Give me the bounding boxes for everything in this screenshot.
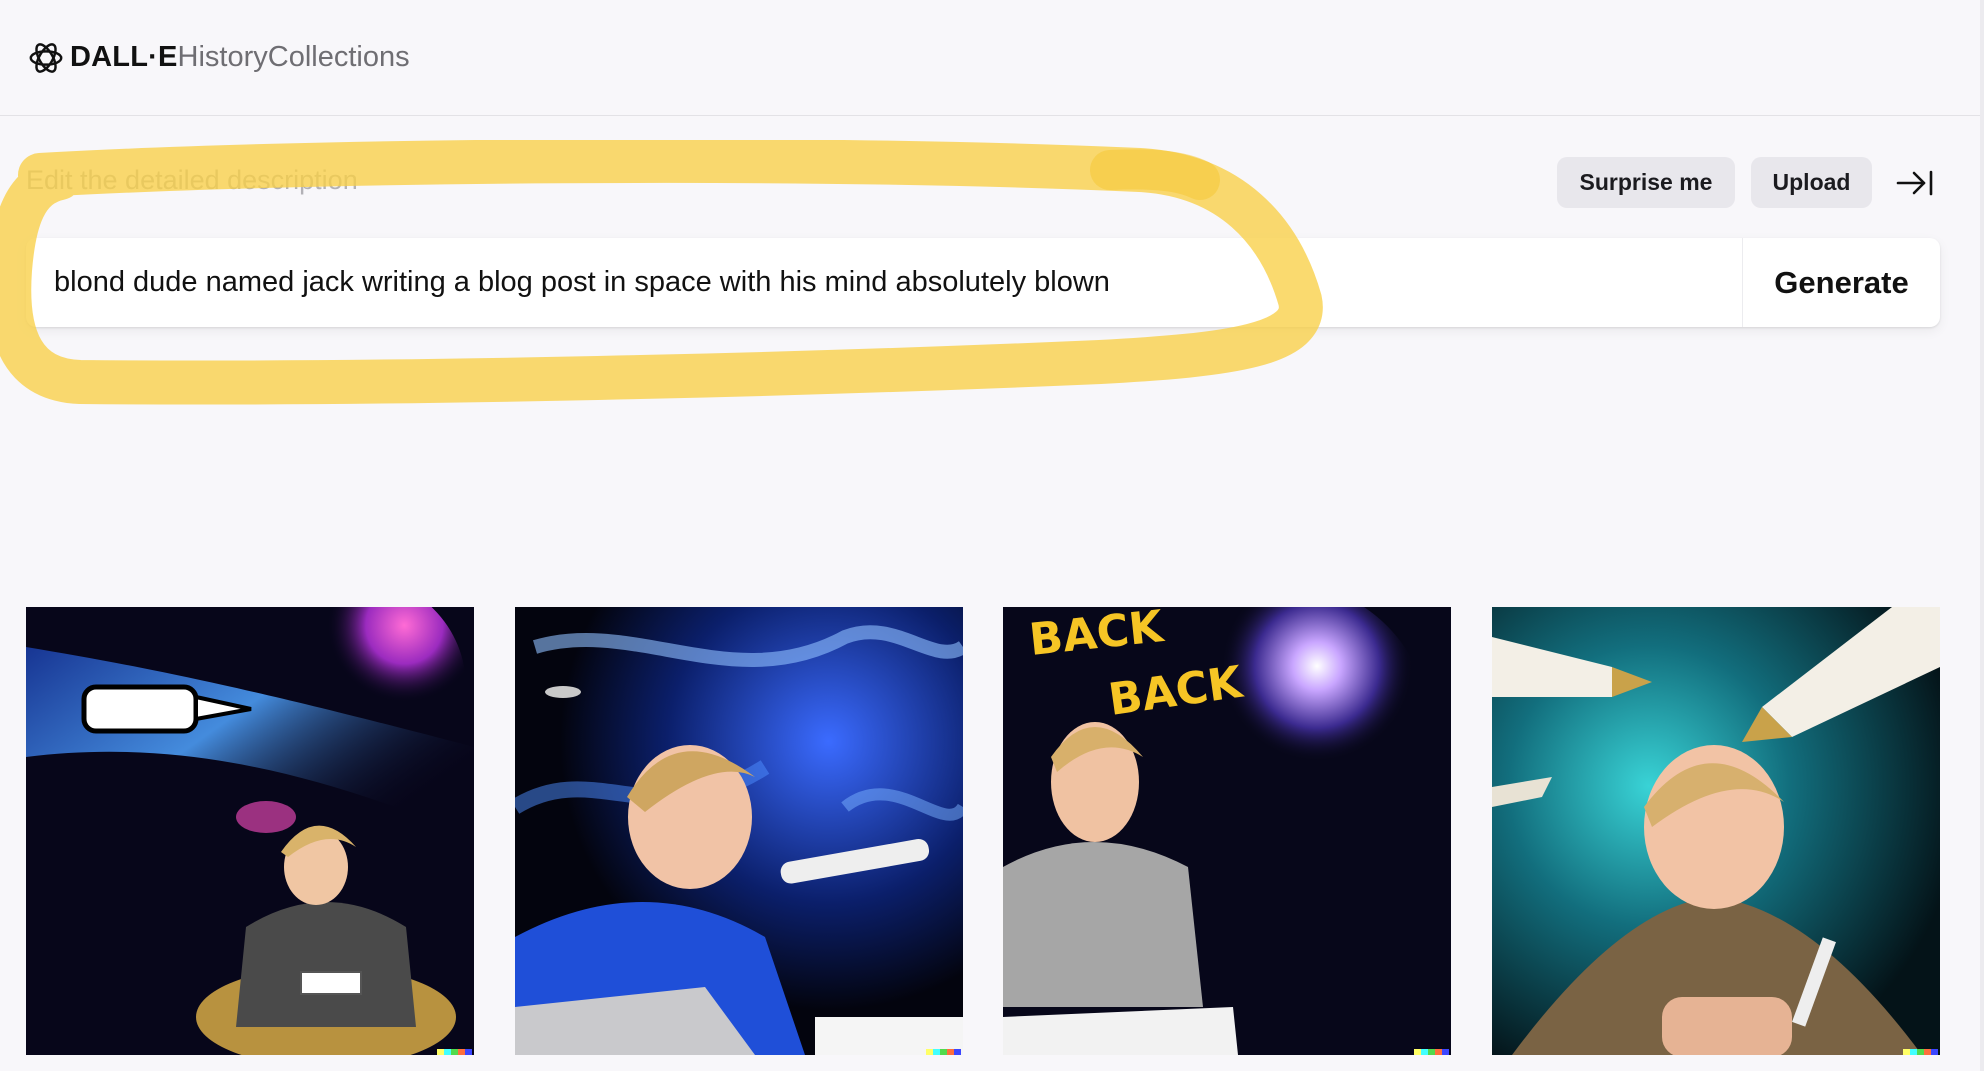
scrollbar-track[interactable] xyxy=(1980,0,1984,1071)
dalle-signature-mark xyxy=(1414,1049,1449,1055)
dalle-signature-mark xyxy=(1903,1049,1938,1055)
arrow-right-to-line-icon[interactable] xyxy=(1893,164,1937,202)
nav-history[interactable]: History xyxy=(178,41,268,74)
generated-image-2[interactable] xyxy=(515,607,963,1055)
dalle-signature-mark xyxy=(926,1049,961,1055)
dalle-signature-mark xyxy=(437,1049,472,1055)
surprise-me-button[interactable]: Surprise me xyxy=(1557,157,1735,208)
prompt-input-container: blond dude named jack writing a blog pos… xyxy=(26,238,1940,327)
brand-name[interactable]: DALL·E xyxy=(70,41,178,74)
dalle-page: DALL·E History Collections Edit the deta… xyxy=(0,0,1984,1071)
generated-images-grid: BACK BACK xyxy=(26,607,1940,1055)
generate-button[interactable]: Generate xyxy=(1742,238,1940,327)
nav-collections[interactable]: Collections xyxy=(268,41,410,74)
upload-button[interactable]: Upload xyxy=(1751,157,1872,208)
prompt-input[interactable]: blond dude named jack writing a blog pos… xyxy=(26,238,1742,327)
generated-image-4[interactable] xyxy=(1492,607,1940,1055)
generated-image-3[interactable]: BACK BACK xyxy=(1003,607,1451,1055)
openai-logo-icon[interactable] xyxy=(26,38,66,78)
top-bar: DALL·E History Collections xyxy=(0,0,1984,116)
prompt-label: Edit the detailed description xyxy=(26,165,358,195)
generated-image-1[interactable] xyxy=(26,607,474,1055)
